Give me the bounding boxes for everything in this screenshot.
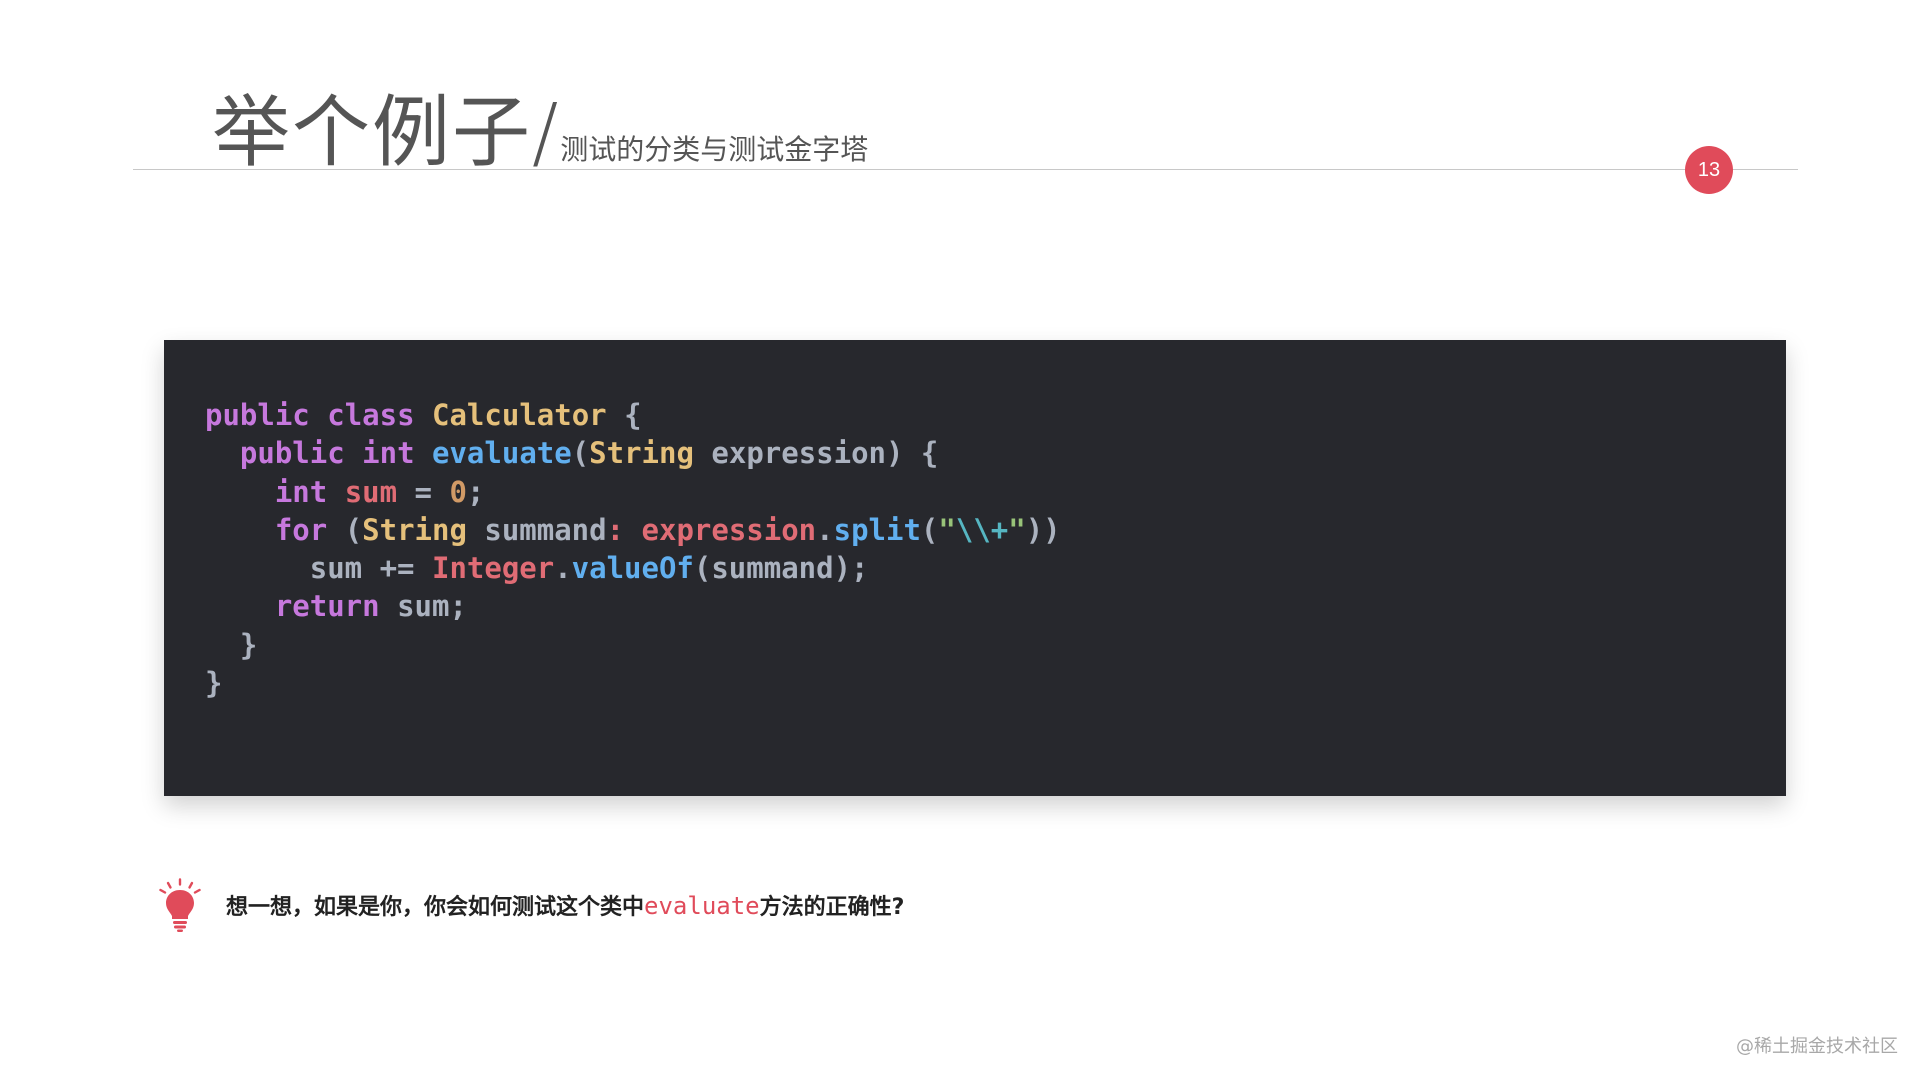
code-line: sum += Integer.valueOf(summand); xyxy=(205,549,1061,587)
code-token: return xyxy=(274,589,380,624)
code-token: ; xyxy=(466,474,485,509)
code-token: = xyxy=(397,474,450,509)
code-token: evaluate xyxy=(432,436,572,471)
code-token: ( xyxy=(571,436,590,471)
watermark: @稀土掘金技术社区 xyxy=(1736,1036,1898,1057)
code-token: . xyxy=(816,512,834,547)
code-token: int xyxy=(362,436,415,471)
code-line: for (String summand: expression.split("\… xyxy=(205,511,1061,549)
tip-text-after: 方法的正确性? xyxy=(759,895,905,920)
code-token: summand xyxy=(466,512,607,547)
title-main: 举个例子 xyxy=(212,88,533,178)
title-separator: / xyxy=(532,88,561,178)
slide-title: 举个例子/测试的分类与测试金字塔 xyxy=(212,70,868,182)
code-token: sum; xyxy=(379,589,467,624)
code-token: String xyxy=(589,436,694,471)
code-token: expression) { xyxy=(693,436,939,471)
code-token: Calculator xyxy=(432,398,607,432)
code-token: sum xyxy=(344,474,398,509)
code-token: sum += xyxy=(205,551,432,586)
code-token: public xyxy=(239,436,345,471)
code-token: split xyxy=(833,512,921,547)
title-divider xyxy=(133,169,1798,170)
code-line: return sum; xyxy=(205,587,1061,625)
lightbulb-icon xyxy=(159,878,201,932)
tip-highlight: evaluate xyxy=(644,892,760,920)
code-line: public int evaluate(String expression) { xyxy=(205,434,1061,472)
tip-row: 想一想，如果是你，你会如何测试这个类中evaluate方法的正确性? xyxy=(158,878,904,932)
code-block: public class Calculator { public int eva… xyxy=(205,396,1061,702)
code-token: } xyxy=(205,627,258,662)
code-token: " xyxy=(938,512,956,547)
code-token: expression xyxy=(641,512,817,547)
code-token: ( xyxy=(327,512,363,547)
page-number-badge: 13 xyxy=(1685,146,1733,194)
title-subtitle: 测试的分类与测试金字塔 xyxy=(560,133,869,166)
code-token: (summand); xyxy=(693,551,869,586)
code-panel: public class Calculator { public int eva… xyxy=(164,340,1786,796)
code-token: class xyxy=(327,398,415,432)
code-token: . xyxy=(554,551,572,586)
tip-text-before: 想一想，如果是你，你会如何测试这个类中 xyxy=(226,895,645,920)
code-token: : xyxy=(606,512,642,547)
code-token: )) xyxy=(1025,512,1061,547)
code-token: 0 xyxy=(449,474,467,509)
tip-text: 想一想，如果是你，你会如何测试这个类中evaluate方法的正确性? xyxy=(226,889,904,921)
code-token: ( xyxy=(920,512,939,547)
code-line: } xyxy=(205,664,1061,702)
code-line: public class Calculator { xyxy=(205,396,1061,434)
code-line: } xyxy=(205,626,1061,664)
code-token: valueOf xyxy=(571,551,694,586)
code-token: " xyxy=(1008,512,1026,547)
code-token: public xyxy=(205,398,310,432)
code-token: String xyxy=(362,512,467,547)
code-token: \\+ xyxy=(955,512,1009,547)
code-token: } xyxy=(205,666,223,701)
code-token: { xyxy=(606,398,642,432)
code-token: Integer xyxy=(431,551,555,586)
code-line: int sum = 0; xyxy=(205,473,1061,511)
code-token: for xyxy=(274,512,328,547)
slide: 举个例子/测试的分类与测试金字塔 13 public class Calcula… xyxy=(0,0,1920,1080)
code-token: int xyxy=(274,474,328,509)
